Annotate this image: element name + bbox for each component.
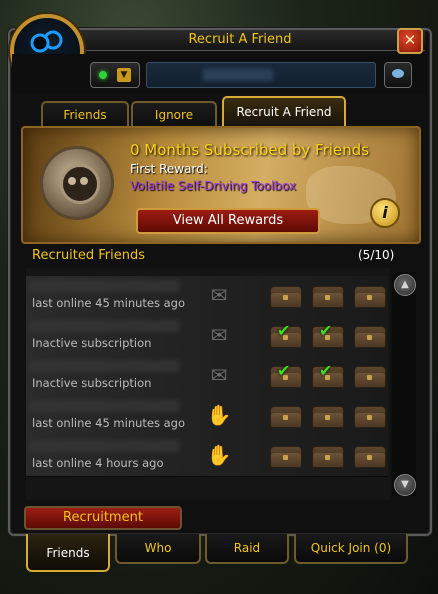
bottom-tab-quick-join[interactable]: Quick Join (0): [294, 534, 408, 564]
info-icon[interactable]: i: [370, 198, 400, 228]
chat-bubble-icon: [392, 69, 404, 78]
handshake-icon: ✋: [206, 403, 232, 427]
reward-chest-icon: ✔: [270, 361, 302, 388]
months-subscribed-title: 0 Months Subscribed by Friends: [130, 141, 370, 159]
redacted-friend-name: [30, 280, 180, 292]
recruit-row[interactable]: last online 45 minutes ago ✉: [26, 276, 388, 317]
online-status-icon: [99, 71, 107, 79]
reward-medal-icon: [40, 146, 114, 220]
recruit-status: Inactive subscription: [32, 336, 152, 350]
reward-chest-icon: [354, 366, 386, 388]
tab-ignore[interactable]: Ignore: [131, 101, 217, 128]
reward-chest-icon: [354, 326, 386, 348]
reward-chest-icon: [354, 446, 386, 468]
tab-friends[interactable]: Friends: [41, 101, 129, 128]
redacted-friend-name: [30, 400, 180, 412]
checkmark-icon: ✔: [319, 361, 333, 380]
recruited-friends-count: (5/10): [358, 248, 395, 262]
chevron-down-icon: ▼: [117, 68, 131, 82]
bottom-tab-who[interactable]: Who: [115, 534, 201, 564]
scrollbar-track[interactable]: [392, 272, 416, 496]
recruitment-button[interactable]: Recruitment: [24, 506, 182, 530]
redacted-battletag: [203, 69, 273, 81]
reward-chest-icon: [312, 406, 344, 428]
handshake-icon: ✋: [206, 443, 232, 467]
scroll-up-button[interactable]: ▲: [394, 274, 416, 296]
window-title: Recruit A Friend: [188, 32, 292, 47]
reward-chest-icon: [270, 406, 302, 428]
checkmark-icon: ✔: [319, 321, 333, 340]
reward-chest-icon: [354, 406, 386, 428]
scroll-icon: ✉: [210, 283, 228, 307]
recruited-friends-header: Recruited Friends: [32, 248, 146, 263]
view-all-rewards-button[interactable]: View All Rewards: [136, 208, 320, 234]
tab-recruit-a-friend[interactable]: Recruit A Friend: [222, 96, 346, 128]
close-button[interactable]: ✕: [397, 28, 423, 54]
battletag-field[interactable]: [146, 62, 376, 88]
recruit-row[interactable]: last online 45 minutes ago ✋: [26, 396, 388, 437]
recruit-status: last online 45 minutes ago: [32, 296, 186, 310]
reward-item-link[interactable]: Volatile Self-Driving Toolbox: [130, 179, 296, 193]
reward-chest-icon: [312, 286, 344, 308]
scroll-down-button[interactable]: ▼: [394, 474, 416, 496]
reward-chest-icon: [312, 446, 344, 468]
reward-chest-icon: ✔: [312, 361, 344, 388]
reward-chest-icon: [270, 286, 302, 308]
recruit-row[interactable]: Inactive subscription ✉ ✔ ✔: [26, 356, 388, 397]
reward-chest-icon: ✔: [270, 321, 302, 348]
recruit-status: Inactive subscription: [32, 376, 152, 390]
bottom-tab-raid[interactable]: Raid: [205, 534, 289, 564]
reward-chest-icon: [270, 446, 302, 468]
recruit-row[interactable]: last online 4 hours ago ✋: [26, 436, 388, 477]
redacted-friend-name: [30, 440, 180, 452]
scroll-icon: ✉: [210, 363, 228, 387]
scroll-icon: ✉: [210, 323, 228, 347]
redacted-friend-name: [30, 320, 180, 332]
first-reward-label: First Reward:: [130, 162, 208, 176]
broadcast-button[interactable]: [384, 62, 412, 88]
checkmark-icon: ✔: [277, 361, 291, 380]
recruit-status: last online 4 hours ago: [32, 456, 164, 470]
bottom-tab-friends[interactable]: Friends: [26, 534, 110, 572]
reward-chest-icon: ✔: [312, 321, 344, 348]
redacted-friend-name: [30, 360, 180, 372]
reward-chest-icon: [354, 286, 386, 308]
recruit-row[interactable]: Inactive subscription ✉ ✔ ✔: [26, 316, 388, 357]
status-dropdown-button[interactable]: ▼: [90, 62, 140, 88]
checkmark-icon: ✔: [277, 321, 291, 340]
recruit-status: last online 45 minutes ago: [32, 416, 186, 430]
